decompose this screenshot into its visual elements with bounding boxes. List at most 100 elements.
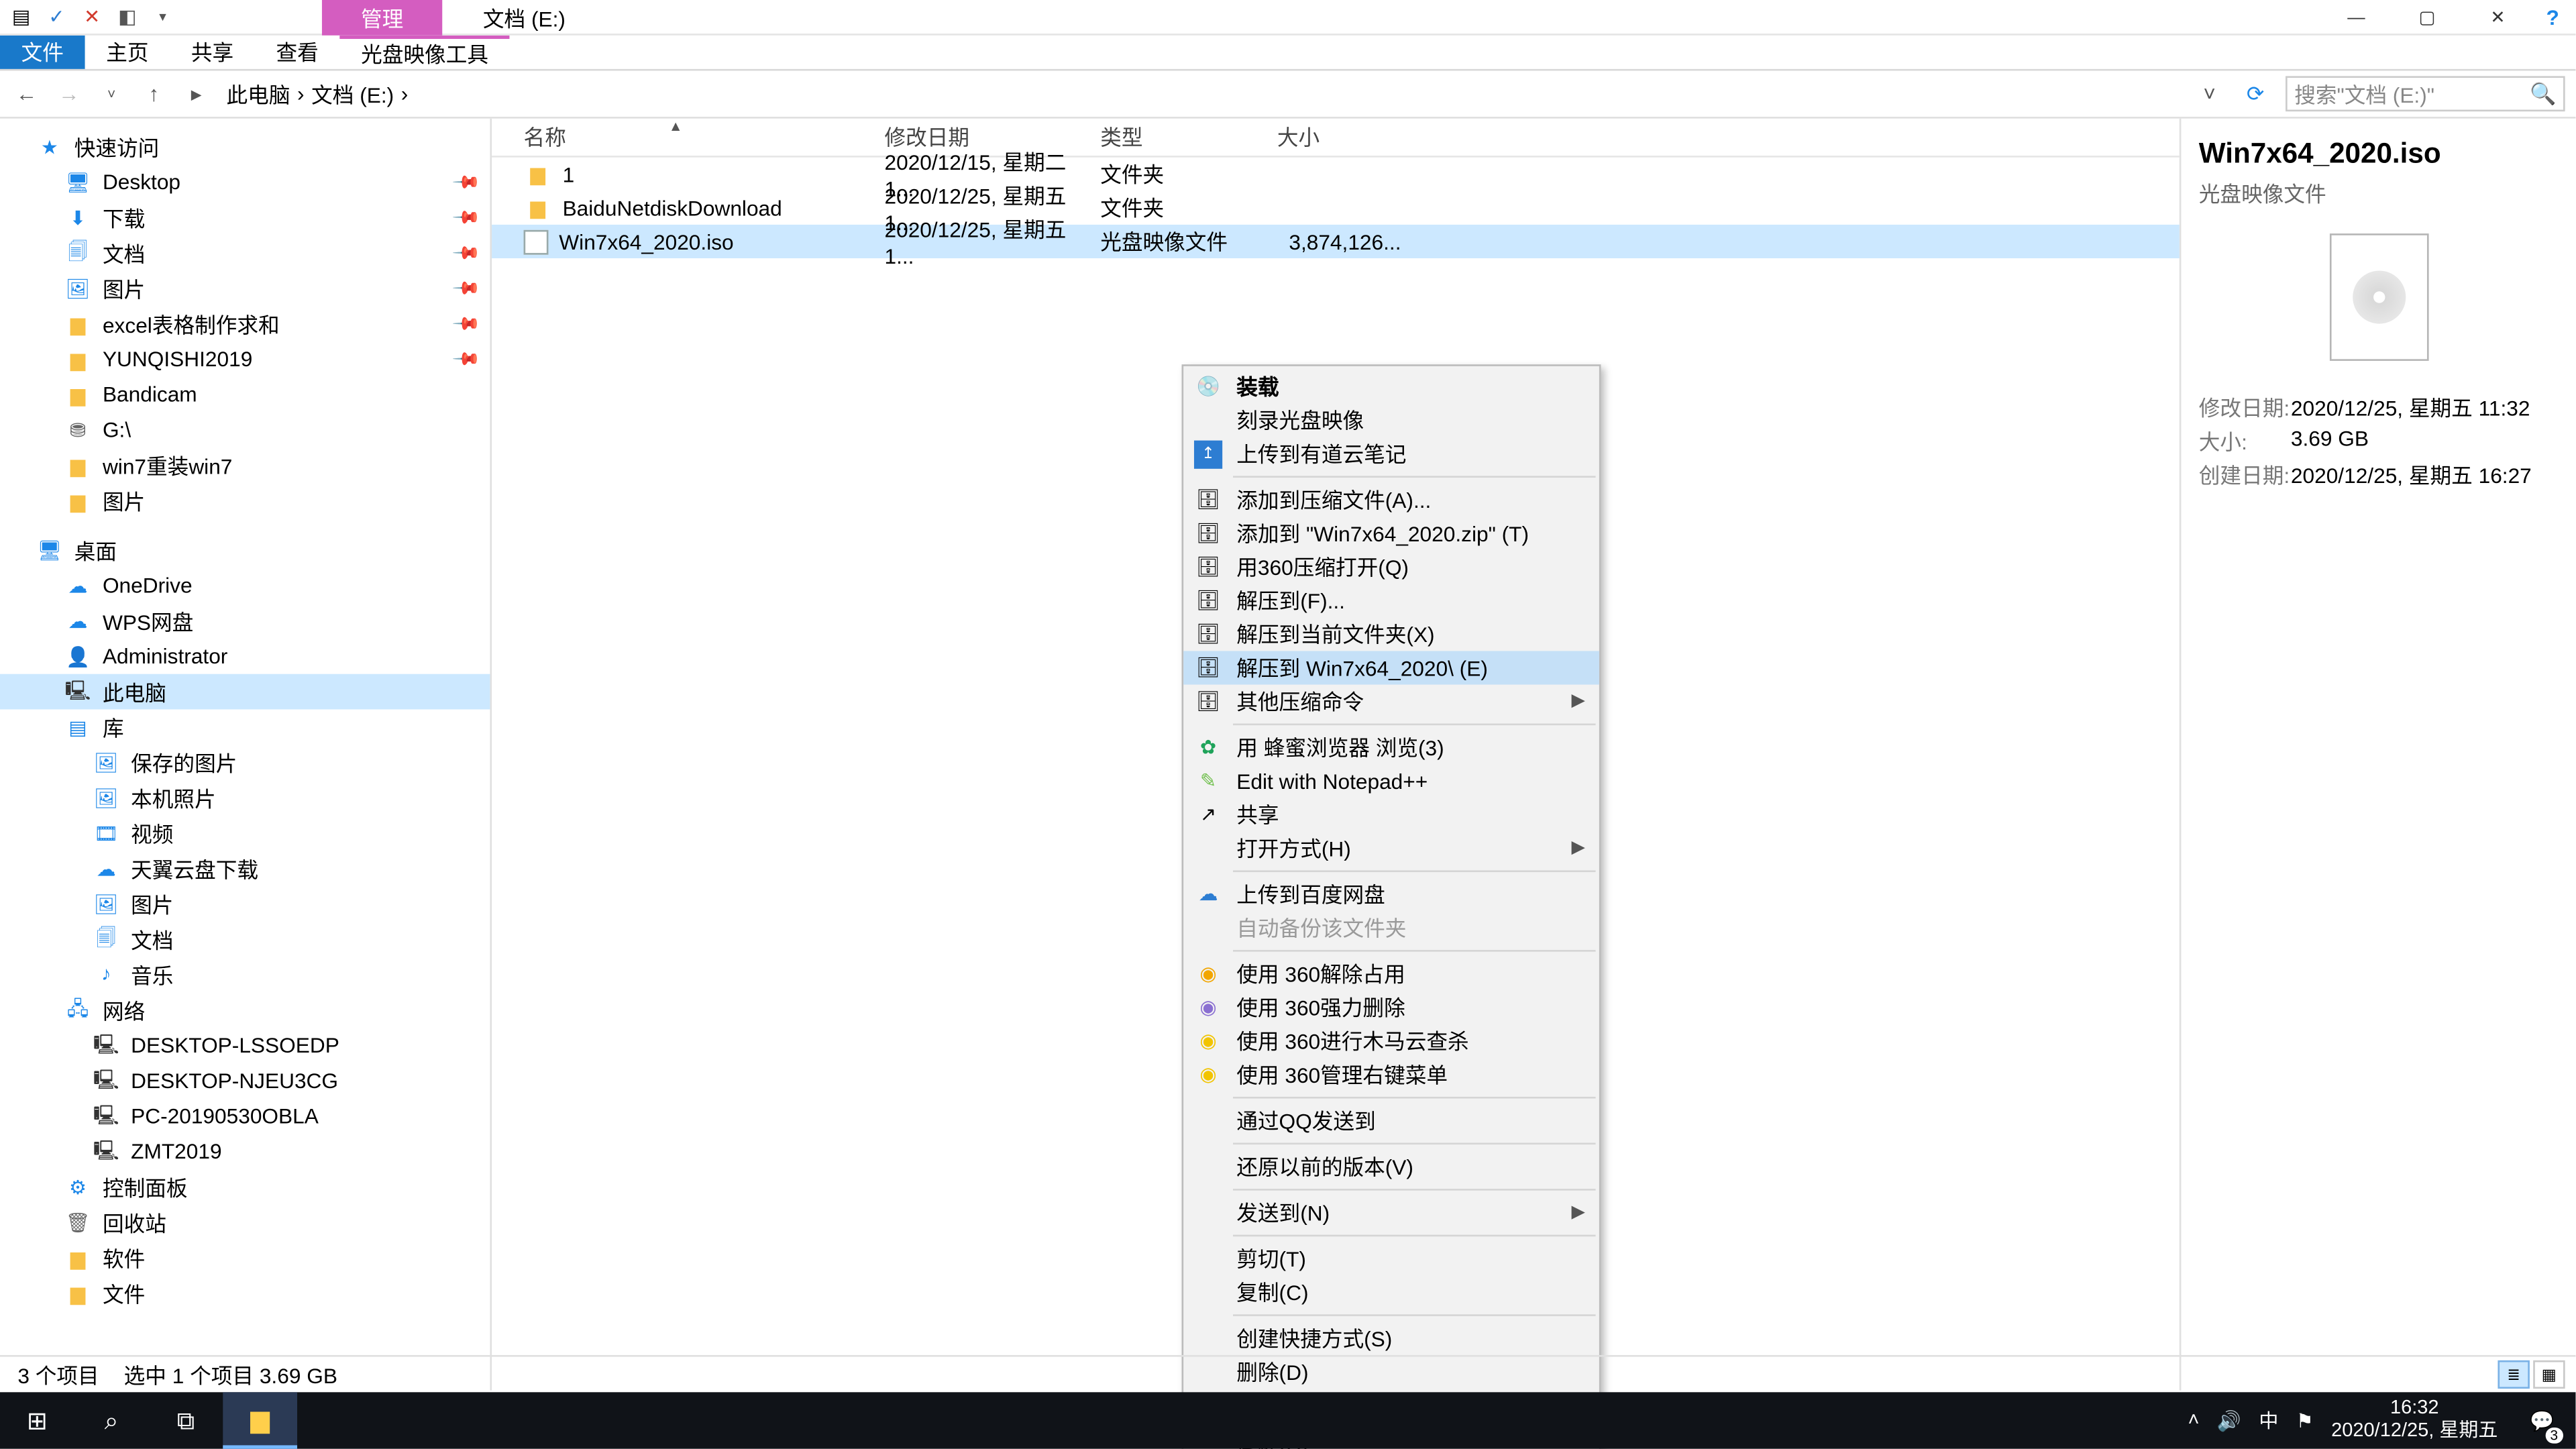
ribbon-tab-share[interactable]: 共享	[170, 36, 255, 69]
tree-documents[interactable]: 🗐文档📌	[0, 235, 490, 271]
ctx-restore-prev[interactable]: 还原以前的版本(V)	[1183, 1150, 1599, 1183]
file-row[interactable]: ▆BaiduNetdiskDownload 2020/12/25, 星期五 1.…	[492, 191, 2180, 225]
ctx-extract-here[interactable]: 🗄解压到当前文件夹(X)	[1183, 617, 1599, 651]
ctx-open-360[interactable]: 🗄用360压缩打开(Q)	[1183, 550, 1599, 584]
ctx-360-force-delete[interactable]: ◉使用 360强力删除	[1183, 991, 1599, 1024]
tree-network[interactable]: 🖧网络	[0, 992, 490, 1028]
view-details-button[interactable]: ≣	[2498, 1360, 2529, 1389]
tree-desktop[interactable]: 🖥Desktop📌	[0, 164, 490, 200]
ctx-add-archive[interactable]: 🗄添加到压缩文件(A)...	[1183, 483, 1599, 517]
tree-pictures[interactable]: 🖼图片📌	[0, 270, 490, 306]
column-size[interactable]: 大小	[1277, 122, 1461, 152]
tree-control-panel[interactable]: ⚙控制面板	[0, 1169, 490, 1205]
ribbon-tab-file[interactable]: 文件	[0, 36, 85, 69]
ribbon-tab-view[interactable]: 查看	[255, 36, 340, 69]
ctx-shortcut[interactable]: 创建快捷方式(S)	[1183, 1322, 1599, 1355]
close-button[interactable]: ✕	[2463, 0, 2533, 36]
ctx-copy[interactable]: 复制(C)	[1183, 1275, 1599, 1309]
tree-recycle-bin[interactable]: 🗑回收站	[0, 1205, 490, 1240]
tree-pc-4[interactable]: 🖳ZMT2019	[0, 1134, 490, 1169]
tree-music-lib[interactable]: ♪音乐	[0, 957, 490, 993]
ctx-youdao[interactable]: ↥上传到有道云笔记	[1183, 437, 1599, 470]
refresh-button[interactable]: ⟳	[2236, 81, 2275, 106]
tree-docs-lib[interactable]: 🗐文档	[0, 922, 490, 957]
ctx-share[interactable]: ↗共享	[1183, 798, 1599, 831]
tray-overflow-button[interactable]: ˄	[2188, 1410, 2199, 1432]
task-view-button[interactable]: ⧉	[149, 1392, 223, 1448]
nav-up-button[interactable]: ↑	[138, 81, 170, 106]
ctx-360-trojan[interactable]: ◉使用 360进行木马云查杀	[1183, 1024, 1599, 1058]
ctx-baidu-upload[interactable]: ☁上传到百度网盘	[1183, 877, 1599, 911]
tree-bandicam[interactable]: ▆Bandicam	[0, 377, 490, 413]
ctx-send-to[interactable]: 发送到(N)▶	[1183, 1196, 1599, 1230]
tree-pictures-lib[interactable]: 🖼图片	[0, 886, 490, 922]
tree-quick-access[interactable]: ★快速访问	[0, 129, 490, 165]
file-list[interactable]: 名称▲ 修改日期 类型 大小 ▆1 2020/12/15, 星期二 1... 文…	[492, 119, 2180, 1391]
tray-clock[interactable]: 16:32 2020/12/25, 星期五	[2331, 1397, 2498, 1444]
nav-back-button[interactable]: ←	[11, 81, 42, 106]
ctx-extract-named[interactable]: 🗄解压到 Win7x64_2020\ (E)	[1183, 651, 1599, 684]
tree-pc-3[interactable]: 🖳PC-20190530OBLA	[0, 1099, 490, 1134]
tree-onedrive[interactable]: ☁OneDrive	[0, 568, 490, 603]
ctx-other-compress[interactable]: 🗄其他压缩命令▶	[1183, 685, 1599, 718]
qat-save-icon[interactable]: ✓	[42, 3, 70, 31]
ctx-open-with[interactable]: 打开方式(H)▶	[1183, 831, 1599, 865]
tray-ime-indicator[interactable]: 中	[2259, 1406, 2278, 1434]
ribbon-tab-discimage[interactable]: 光盘映像工具	[339, 36, 509, 69]
tray-security-icon[interactable]: ⚑	[2296, 1409, 2314, 1432]
breadcrumb-pc-icon[interactable]: ▸	[180, 81, 212, 106]
tree-pictures-2[interactable]: ▆图片	[0, 483, 490, 519]
ctx-bee-browser[interactable]: ✿用 蜂蜜浏览器 浏览(3)	[1183, 731, 1599, 764]
breadcrumb[interactable]: 此电脑 › 文档 (E:) ›	[223, 78, 408, 109]
tree-pc-1[interactable]: 🖳DESKTOP-LSSOEDP	[0, 1028, 490, 1063]
address-history-dropdown[interactable]: ˅	[2194, 81, 2225, 106]
tree-videos[interactable]: 🎞视频	[0, 816, 490, 851]
ctx-notepadpp[interactable]: ✎Edit with Notepad++	[1183, 764, 1599, 798]
tree-administrator[interactable]: 👤Administrator	[0, 639, 490, 674]
ctx-qq-send[interactable]: 通过QQ发送到	[1183, 1104, 1599, 1137]
ribbon-tab-home[interactable]: 主页	[85, 36, 170, 69]
column-type[interactable]: 类型	[1100, 122, 1277, 152]
nav-forward-button[interactable]: →	[53, 81, 85, 106]
navigation-pane[interactable]: ★快速访问 🖥Desktop📌 ⬇下载📌 🗐文档📌 🖼图片📌 ▆excel表格制…	[0, 119, 492, 1391]
breadcrumb-thispc[interactable]: 此电脑	[223, 78, 294, 109]
tree-downloads[interactable]: ⬇下载📌	[0, 200, 490, 235]
tree-excel-folder[interactable]: ▆excel表格制作求和📌	[0, 306, 490, 341]
view-thumbnails-button[interactable]: ▦	[2533, 1360, 2565, 1389]
qat-close-icon[interactable]: ✕	[78, 3, 106, 31]
tree-win7reinstall[interactable]: ▆win7重装win7	[0, 447, 490, 483]
ctx-cut[interactable]: 剪切(T)	[1183, 1242, 1599, 1275]
tree-tianyi[interactable]: ☁天翼云盘下载	[0, 851, 490, 886]
column-header-row[interactable]: 名称▲ 修改日期 类型 大小	[492, 119, 2180, 158]
tray-volume-icon[interactable]: 🔊	[2217, 1409, 2241, 1432]
ctx-burn[interactable]: 刻录光盘映像	[1183, 403, 1599, 437]
breadcrumb-drive[interactable]: 文档 (E:)	[308, 78, 398, 109]
maximize-button[interactable]: ▢	[2392, 0, 2462, 36]
tree-yunqishi[interactable]: ▆YUNQISHI2019📌	[0, 341, 490, 377]
search-input[interactable]: 搜索"文档 (E:)" 🔍	[2286, 76, 2565, 111]
tree-files[interactable]: ▆文件	[0, 1275, 490, 1311]
tree-desktop-group[interactable]: 🖥桌面	[0, 533, 490, 568]
ctx-add-zip[interactable]: 🗄添加到 "Win7x64_2020.zip" (T)	[1183, 517, 1599, 550]
qat-properties-icon[interactable]: ◧	[113, 3, 142, 31]
taskbar-explorer-button[interactable]: ▆	[223, 1392, 297, 1448]
minimize-button[interactable]: —	[2321, 0, 2392, 36]
tree-libraries[interactable]: ▤库	[0, 709, 490, 745]
help-button[interactable]: ?	[2533, 0, 2572, 36]
tree-wps[interactable]: ☁WPS网盘	[0, 603, 490, 639]
ctx-360-ctxmgr[interactable]: ◉使用 360管理右键菜单	[1183, 1058, 1599, 1091]
file-row[interactable]: ▆1 2020/12/15, 星期二 1... 文件夹	[492, 158, 2180, 191]
ctx-360-unlock[interactable]: ◉使用 360解除占用	[1183, 957, 1599, 991]
tree-pc-2[interactable]: 🖳DESKTOP-NJEU3CG	[0, 1063, 490, 1099]
qat-dropdown-icon[interactable]: ▾	[149, 3, 177, 31]
ctx-mount[interactable]: 💿装载	[1183, 370, 1599, 403]
tree-software[interactable]: ▆软件	[0, 1240, 490, 1276]
tree-gdrive[interactable]: ⛃G:\	[0, 412, 490, 447]
file-row-selected[interactable]: Win7x64_2020.iso 2020/12/25, 星期五 1... 光盘…	[492, 225, 2180, 258]
column-name[interactable]: 名称▲	[492, 122, 884, 152]
tree-thispc[interactable]: 🖳此电脑	[0, 674, 490, 710]
notification-center-button[interactable]: 💬3	[2516, 1392, 2569, 1448]
nav-recent-dropdown[interactable]: ˅	[95, 86, 127, 102]
ctx-extract-to[interactable]: 🗄解压到(F)...	[1183, 584, 1599, 617]
search-button[interactable]: ⌕	[74, 1392, 149, 1448]
